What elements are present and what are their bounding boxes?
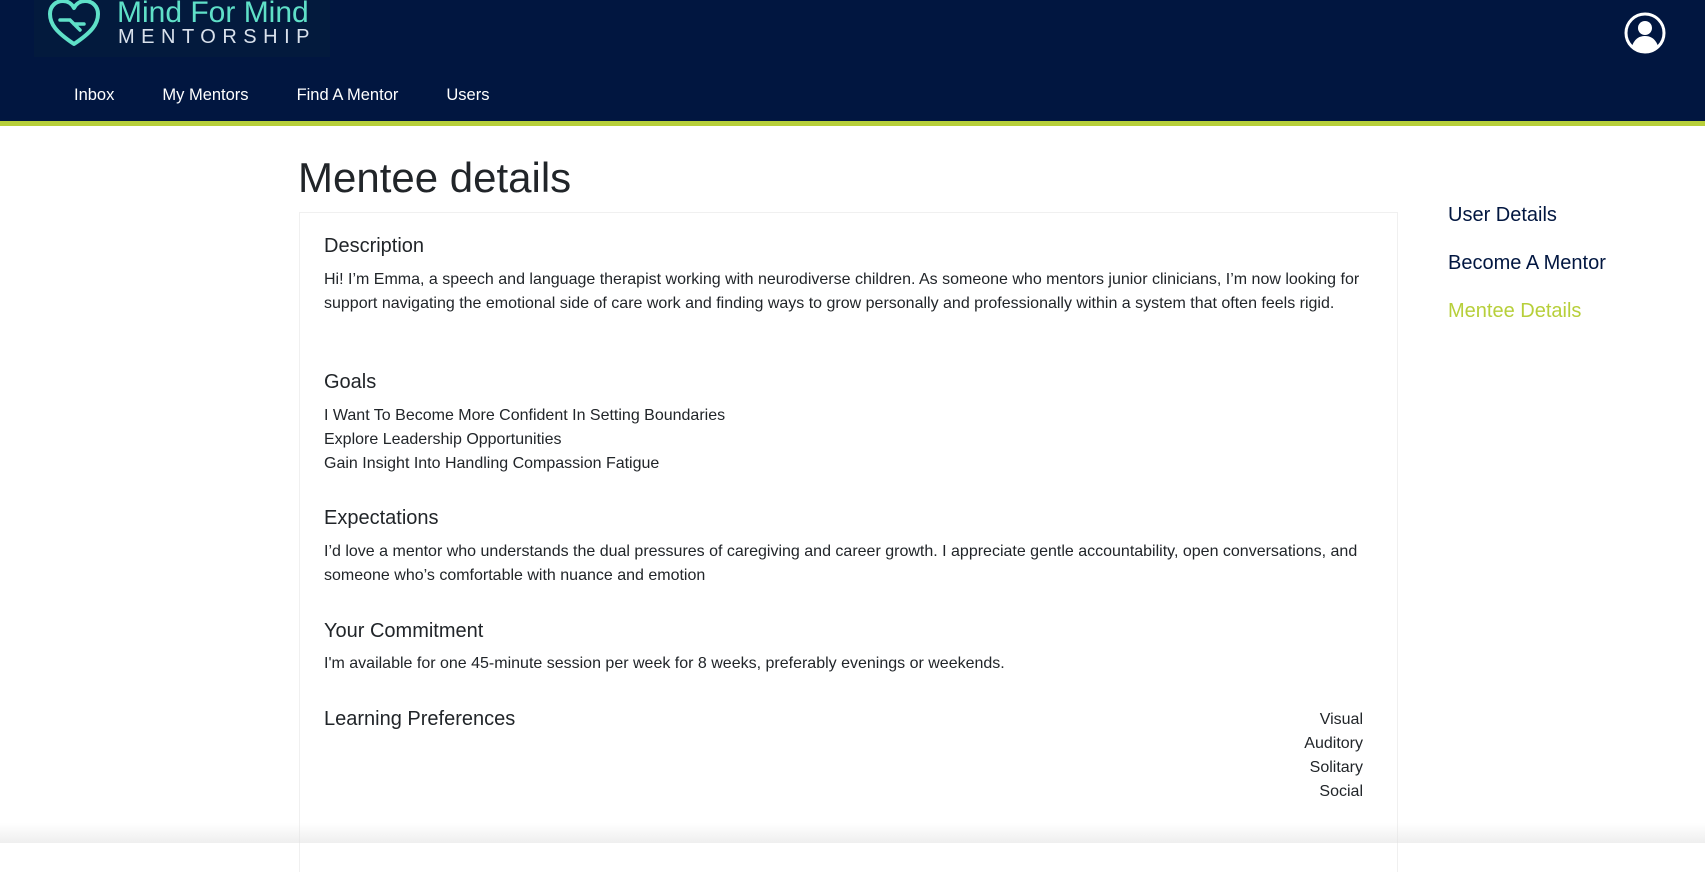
- commitment-text: I'm available for one 45-minute session …: [324, 655, 1005, 672]
- preference-item: Visual: [1319, 711, 1363, 728]
- commitment-heading: Your Commitment: [324, 620, 484, 642]
- description-text: Hi! I’m Emma, a speech and language ther…: [324, 271, 1360, 312]
- top-header: Mind For Mind MENTORSHIP Inbox My Mentor…: [0, 0, 1705, 126]
- nav-find-a-mentor[interactable]: Find A Mentor: [273, 86, 423, 105]
- goals-list: I Want To Become More Confident In Setti…: [324, 404, 725, 476]
- nav-users[interactable]: Users: [422, 86, 513, 105]
- preference-item: Social: [1319, 783, 1363, 800]
- user-circle-icon[interactable]: [1624, 12, 1666, 54]
- side-nav-become-a-mentor[interactable]: Become A Mentor: [1448, 248, 1606, 296]
- page-title: Mentee details: [298, 154, 572, 201]
- learning-preferences-list: Visual Auditory Solitary Social: [1304, 708, 1363, 804]
- description-heading: Description: [324, 235, 425, 257]
- expectations-text: I’d love a mentor who understands the du…: [324, 543, 1358, 584]
- brand-subtitle: MENTORSHIP: [118, 26, 316, 48]
- preference-item: Solitary: [1309, 759, 1363, 776]
- preference-item: Auditory: [1304, 735, 1363, 752]
- main-nav: Inbox My Mentors Find A Mentor Users: [50, 86, 513, 105]
- goal-item: I Want To Become More Confident In Setti…: [324, 407, 726, 424]
- side-nav: User Details Become A Mentor Mentee Deta…: [1448, 200, 1606, 344]
- side-nav-user-details[interactable]: User Details: [1448, 200, 1606, 248]
- brand-logo[interactable]: Mind For Mind MENTORSHIP: [34, 0, 330, 57]
- goal-item: Explore Leadership Opportunities: [324, 431, 562, 448]
- nav-my-mentors[interactable]: My Mentors: [138, 86, 272, 105]
- nav-inbox[interactable]: Inbox: [50, 86, 138, 105]
- goals-heading: Goals: [324, 371, 377, 393]
- expectations-heading: Expectations: [324, 507, 439, 529]
- side-nav-mentee-details[interactable]: Mentee Details: [1448, 296, 1606, 344]
- goal-item: Gain Insight Into Handling Compassion Fa…: [324, 455, 660, 472]
- learning-preferences-heading: Learning Preferences: [324, 708, 516, 730]
- bottom-shadow: [0, 823, 1705, 843]
- heart-handshake-icon: [48, 0, 100, 46]
